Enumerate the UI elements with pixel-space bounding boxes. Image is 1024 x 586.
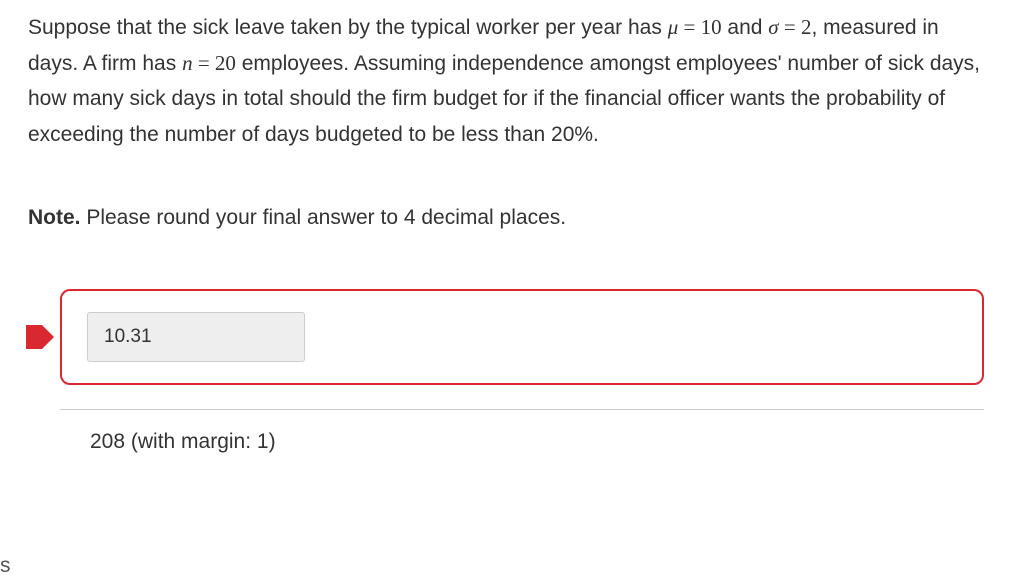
correct-answer-text: 208 (with margin: 1) <box>90 430 989 454</box>
question-text: Suppose that the sick leave taken by the… <box>28 10 989 153</box>
eq2: = <box>779 15 801 39</box>
n-variable: n <box>182 51 193 75</box>
side-label: s <box>0 554 12 578</box>
sigma-value: 2 <box>801 15 812 39</box>
note-text: Note. Please round your final answer to … <box>28 201 989 235</box>
note-body: Please round your final answer to 4 deci… <box>81 206 567 229</box>
q-part2: and <box>722 16 769 39</box>
mu-value: 10 <box>701 15 722 39</box>
answer-container <box>60 289 984 385</box>
divider <box>60 409 984 410</box>
answer-input[interactable] <box>87 312 305 362</box>
eq1: = <box>678 15 700 39</box>
sigma-variable: σ <box>768 15 778 39</box>
note-label: Note. <box>28 206 81 229</box>
n-value: 20 <box>215 51 236 75</box>
mu-variable: μ <box>668 15 679 39</box>
q-part1: Suppose that the sick leave taken by the… <box>28 16 668 39</box>
eq3: = <box>193 51 215 75</box>
